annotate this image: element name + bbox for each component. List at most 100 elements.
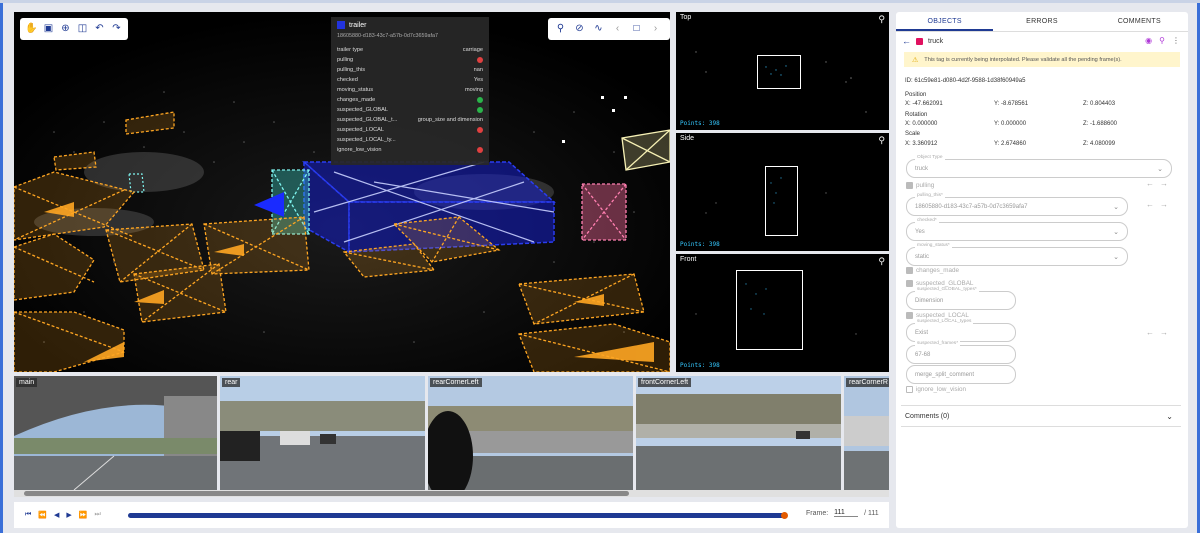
eye-icon[interactable]: ◉ [1145,36,1152,45]
camera-scrollbar[interactable] [14,490,889,497]
info-row-label: checked [337,77,358,83]
add-circle-icon[interactable]: ⊕ [60,24,71,35]
arrow-left-icon[interactable]: ← [1146,328,1154,337]
front-view[interactable]: Front ⚲ Points: 398 [676,254,889,372]
scale-y: Y: 2.674860 [994,141,1027,147]
camera-front-corner-left[interactable]: frontCornerLeft [636,376,841,490]
object-type-select[interactable]: Object Type truck ⌄ [906,155,1172,178]
info-row: checked Yes [337,75,483,85]
checkbox-icon [906,386,913,393]
info-row: moving_status moving [337,85,483,95]
side-view[interactable]: Side ⚲ Points: 398 [676,133,889,251]
comments-label: Comments (0) [905,412,950,420]
merge-split-placeholder: merge_split_comment [915,371,975,378]
arrow-right-icon[interactable]: → [1160,200,1168,209]
arrow-right-icon[interactable]: → [1160,328,1168,337]
interpolation-warning: ⚠ This tag is currently being interpolat… [904,52,1180,67]
info-row-label: suspected_LOCAL [337,127,384,133]
info-row-label: suspected_GLOBAL_t... [337,117,398,123]
suspected-global-checkbox[interactable]: suspected_GLOBAL [906,280,973,287]
add-box-icon[interactable]: ▣ [43,24,54,35]
arrow-right-icon[interactable]: → [1160,179,1168,188]
cross-icon [477,57,483,63]
frame-input[interactable]: 111 [834,509,859,517]
ignore-low-vision-label: ignore_low_vision [916,386,967,393]
suspected-local-checkbox[interactable]: suspected_LOCAL [906,312,969,319]
info-row-label: pulling [337,57,354,63]
scale-x: X: 3.360912 [905,141,938,147]
timeline-track[interactable] [128,513,785,518]
hand-pan-icon[interactable]: ✋ [25,24,37,35]
camera-label: rearCornerLeft [430,378,482,387]
pulling-checkbox[interactable]: pulling [906,182,934,189]
hide-points-icon[interactable]: ⊘ [574,24,585,35]
step-back-icon[interactable]: ◀ [54,511,59,519]
suspected-frames-input[interactable]: suspected_frames* 67-68 [906,341,1016,364]
trajectory-icon[interactable]: ∿ [593,24,604,35]
camera-rear-corner-left[interactable]: rearCornerLeft [428,376,633,490]
camera-rear-corner-left-image [428,376,633,490]
tab-errors[interactable]: ERRORS [993,12,1090,31]
suspected-local-label: suspected_LOCAL [916,312,969,319]
back-arrow-icon[interactable]: ← [902,36,911,46]
suspected-global-label: suspected_GLOBAL [916,280,974,287]
camera-rear-corner-right[interactable]: rearCornerR [844,376,889,490]
arrow-left-icon[interactable]: ← [1146,200,1154,209]
camera-main[interactable]: main [14,376,217,490]
arrow-left-icon[interactable]: ← [1146,179,1154,188]
pulling-arrows: ← → [1146,179,1168,188]
top-view[interactable]: Top ⚲ Points: 398 [676,12,889,130]
chevron-down-icon: ⌄ [1166,411,1173,421]
suspected-local-types-value: Exist [915,329,929,336]
changes-made-label: changes_made [916,267,960,274]
ignore-low-vision-checkbox[interactable]: ignore_low_vision [906,386,966,393]
view-toolbar: ✋ ▣ ⊕ ◫ ↶ ↷ [20,18,128,40]
camera-rear-corner-right-image [844,376,889,490]
rewind-icon[interactable]: ⏪ [38,511,47,519]
front-view-bbox[interactable] [736,270,803,350]
redo-icon[interactable]: ↷ [111,24,122,35]
checked-select[interactable]: checked* Yes ⌄ [906,218,1128,241]
checkbox-icon [906,182,913,189]
object-color-swatch [916,37,923,45]
comment-icon[interactable]: ◫ [77,24,88,35]
main-3d-viewport[interactable]: ✋ ▣ ⊕ ◫ ↶ ↷ ⚲ ⊘ ∿ ‹ □ › trailer 18605880… [14,12,670,372]
comments-accordion[interactable]: Comments (0) ⌄ [901,405,1181,427]
top-view-bbox[interactable] [757,55,801,89]
more-options-icon[interactable]: ⋮ [1172,36,1180,45]
undo-icon[interactable]: ↶ [94,24,105,35]
scale-z: Z: 4.080099 [1083,141,1116,147]
info-row-label: changes_made [337,97,376,103]
moving-status-select[interactable]: moving_status* static ⌄ [906,243,1128,266]
rotation-z: Z: -1.688600 [1083,121,1118,127]
view-toolbar-right: ⚲ ⊘ ∿ ‹ □ › [548,18,670,40]
side-view-bbox[interactable] [765,166,798,236]
pin-icon[interactable]: ⚲ [1159,36,1165,45]
info-row: suspected_LOCAL [337,125,483,135]
tab-objects[interactable]: OBJECTS [896,12,994,31]
square-select-icon[interactable]: □ [631,24,642,35]
camera-rear[interactable]: rear [220,376,425,490]
fast-forward-icon[interactable]: ⏩ [79,511,88,519]
pulling-this-select[interactable]: pulling_this* 18605880-d183-43c7-a57b-0d… [906,193,1128,216]
skip-start-icon[interactable]: ⏮ [25,511,31,519]
suspected-local-types-select[interactable]: suspected_LOCAL_types Exist [906,319,1016,342]
timeline-thumb[interactable] [781,512,789,519]
chevron-left-icon[interactable]: ‹ [612,24,623,35]
chevron-down-icon: ⌄ [1113,229,1119,236]
panel-tabs: OBJECTS ERRORS COMMENTS [896,12,1188,32]
chevron-right-icon[interactable]: › [650,24,661,35]
location-pin-icon[interactable]: ⚲ [555,24,566,35]
suspected-local-types-label: suspected_LOCAL_types [915,319,974,324]
changes-made-checkbox[interactable]: changes_made [906,267,959,274]
suspected-global-types-select[interactable]: suspected_GLOBAL_types* Dimension [906,287,1016,310]
tab-comments[interactable]: COMMENTS [1091,12,1188,31]
skip-end-icon[interactable]: ⏭ [95,511,101,519]
top-view-points-count: Points: 398 [680,120,720,127]
position-z: Z: 0.804403 [1083,101,1116,107]
scrollbar-thumb[interactable] [24,491,629,496]
play-icon[interactable]: ▶ [66,511,71,519]
merge-split-comment-input[interactable]: merge_split_comment [906,365,1016,384]
info-row-label: trailer type [337,47,364,53]
checked-value: Yes [915,228,925,235]
